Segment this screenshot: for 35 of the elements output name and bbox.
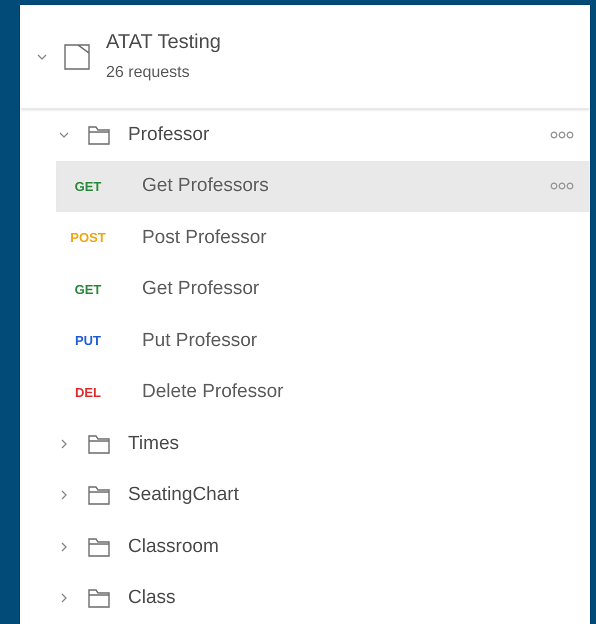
folder-row[interactable]: Class bbox=[20, 572, 590, 624]
folder-name[interactable]: Class bbox=[128, 584, 574, 612]
request-row[interactable]: PUT Put Professor bbox=[56, 315, 590, 366]
folder-row[interactable]: SeatingChart bbox=[20, 470, 590, 521]
request-name: Post Professor bbox=[142, 226, 268, 250]
request-name: Get Professors bbox=[142, 174, 270, 198]
folder-name[interactable]: Professor bbox=[128, 120, 550, 149]
folder-name[interactable]: Classroom bbox=[128, 532, 574, 561]
request-row[interactable]: POST Post Professor bbox=[56, 212, 590, 264]
method-label: GET bbox=[74, 178, 102, 196]
folder-row[interactable]: Classroom bbox=[20, 521, 590, 572]
folder-icon bbox=[88, 588, 110, 608]
method-label: DEL bbox=[75, 384, 101, 402]
collection-icon bbox=[64, 44, 90, 70]
request-name: Put Professor bbox=[142, 328, 258, 352]
request-row[interactable]: DEL Delete Professor bbox=[56, 366, 590, 418]
folder-name[interactable]: Times bbox=[128, 430, 574, 458]
request-row[interactable]: GET Get Professor bbox=[56, 264, 590, 315]
method-label: GET bbox=[74, 280, 102, 298]
folder-row[interactable]: Professor bbox=[20, 109, 590, 160]
folder-row[interactable]: Times bbox=[20, 418, 590, 470]
folder-icon bbox=[88, 485, 110, 506]
more-icon[interactable] bbox=[550, 130, 574, 139]
collection-name[interactable]: ATAT Testing bbox=[106, 28, 221, 54]
request-name: Delete Professor bbox=[142, 380, 285, 404]
request-row[interactable]: GET Get Professors bbox=[56, 160, 590, 212]
method-label: PUT bbox=[75, 332, 101, 350]
request-name: Get Professor bbox=[142, 277, 260, 301]
request-count: 26 requests bbox=[106, 62, 191, 82]
folder-icon bbox=[88, 536, 110, 557]
folder-icon bbox=[88, 124, 110, 145]
more-icon[interactable] bbox=[550, 182, 574, 190]
folder-icon bbox=[88, 434, 110, 454]
folder-name[interactable]: SeatingChart bbox=[128, 481, 574, 510]
method-label: POST bbox=[70, 229, 106, 247]
